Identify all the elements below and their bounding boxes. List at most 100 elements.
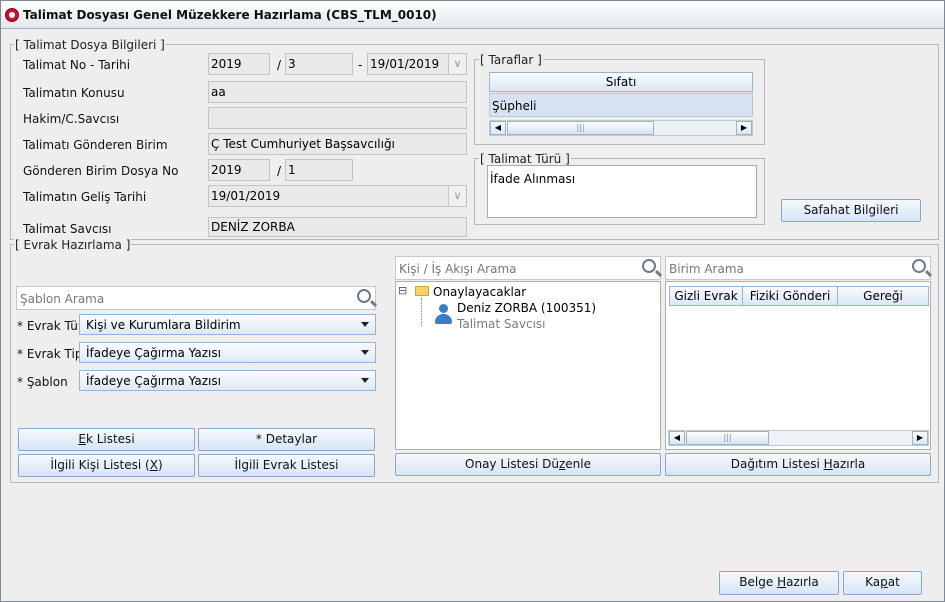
kapat-mnemonic: p [880, 575, 888, 589]
gonderen-dosya-no-field[interactable]: 1 [285, 159, 353, 181]
evrak-turu-select[interactable]: Kişi ve Kurumlara Bildirim [79, 314, 376, 335]
hakim-label: Hakim/C.Savcısı [23, 112, 120, 126]
taraflar-row-sifat: Şüpheli [492, 99, 537, 113]
sablon-label: * Şablon [17, 375, 68, 389]
talimat-year-field[interactable]: 2019 [208, 53, 270, 75]
ek-listesi-post: k Listesi [85, 432, 135, 446]
tree-person-role: Talimat Savcısı [457, 317, 546, 331]
taraflar-column-sifati[interactable]: Sıfatı [489, 72, 753, 92]
scroll-left-icon[interactable]: ◀ [490, 121, 506, 135]
hakim-field[interactable] [208, 107, 467, 129]
chevron-down-icon [361, 378, 369, 383]
search-icon[interactable] [357, 289, 371, 303]
gonderen-dosya-year-field[interactable]: 2019 [208, 159, 270, 181]
evrak-tipi-select[interactable]: İfadeye Çağırma Yazısı [79, 342, 376, 363]
gelis-tarihi-value: 19/01/2019 [211, 189, 281, 203]
dagitim-listesi-button[interactable]: Dağıtım Listesi Hazırla [665, 453, 931, 476]
search-icon[interactable] [912, 259, 926, 273]
sablon-value: İfadeye Çağırma Yazısı [86, 374, 221, 388]
date-dropdown-icon[interactable]: ∨ [448, 54, 466, 74]
search-icon[interactable] [642, 259, 656, 273]
folder-icon [415, 286, 429, 296]
scroll-thumb[interactable]: ||| [507, 121, 654, 135]
col-fiziki-gonderi[interactable]: Fiziki Gönderi [742, 286, 838, 306]
talimat-no-sep: / [277, 58, 282, 72]
birim-table: Gizli Evrak Fiziki Gönderi Gereği ◀ ||| … [665, 281, 931, 450]
tree-root-label[interactable]: Onaylayacaklar [433, 285, 526, 299]
tree-collapse-icon[interactable]: ⊟ [398, 284, 407, 297]
tree-person-name[interactable]: Deniz ZORBA (100351) [457, 301, 596, 315]
ilgili-kisi-post: ) [157, 458, 163, 472]
talimat-date-field[interactable]: 19/01/2019 ∨ [367, 53, 467, 75]
onay-pre: Onay Listesi Dü [465, 457, 559, 471]
belge-post: azırla [786, 575, 819, 589]
evrak-tipi-value: İfadeye Çağırma Yazısı [86, 346, 221, 360]
chevron-down-icon [361, 350, 369, 355]
kisi-search-input[interactable]: Kişi / İş Akışı Arama [395, 256, 661, 280]
gelis-tarihi-field[interactable]: 19/01/2019 ∨ [208, 185, 467, 207]
ilgili-kisi-mnemonic: X [149, 458, 158, 472]
konusu-field[interactable]: aa [208, 81, 467, 103]
talimat-date-value: 19/01/2019 [370, 57, 440, 71]
tree-connector [421, 298, 422, 326]
talimat-dosya-legend: [ Talimat Dosya Bilgileri ] [14, 38, 166, 52]
ilgili-kisi-button[interactable]: İlgili Kişi Listesi (X) [18, 454, 195, 477]
birim-search-input[interactable]: Birim Arama [665, 256, 931, 280]
ek-listesi-button[interactable]: Ek Listesi [18, 428, 195, 451]
ilgili-kisi-pre: İlgili Kişi Listesi ( [50, 458, 150, 472]
birim-hscroll[interactable]: ◀ ||| ▶ [668, 430, 929, 446]
app-logo-icon [5, 8, 19, 22]
dagitim-pre: Dağıtım Listesi [730, 457, 824, 471]
onay-post: enle [565, 457, 591, 471]
gonderen-birim-label: Talimatı Gönderen Birim [23, 138, 168, 152]
gonderen-dosya-sep: / [277, 164, 282, 178]
chevron-down-icon [361, 322, 369, 327]
window: Talimat Dosyası Genel Müzekkere Hazırlam… [0, 0, 945, 602]
sablon-search-placeholder: Şablon Arama [20, 292, 105, 306]
ilgili-evrak-button[interactable]: İlgili Evrak Listesi [198, 454, 375, 477]
gonderen-dosya-label: Gönderen Birim Dosya No [23, 164, 179, 178]
col-gizli-evrak[interactable]: Gizli Evrak [669, 286, 743, 306]
gonderen-birim-field[interactable]: Ç Test Cumhuriyet Başsavcılığı [208, 133, 467, 155]
talimat-date-sep: - [358, 58, 363, 72]
talimat-turu-field[interactable]: İfade Alınması [487, 165, 757, 218]
belge-mnemonic: H [777, 575, 787, 589]
birim-search-placeholder: Birim Arama [669, 262, 744, 276]
kapat-post: at [887, 575, 900, 589]
taraflar-hscroll[interactable]: ◀ ||| ▶ [489, 120, 753, 136]
dagitim-post: azırla [832, 457, 866, 471]
evrak-turu-value: Kişi ve Kurumlara Bildirim [86, 318, 241, 332]
title-bar: Talimat Dosyası Genel Müzekkere Hazırlam… [1, 1, 944, 29]
sablon-search-input[interactable]: Şablon Arama [16, 286, 376, 310]
evrak-tipi-label: * Evrak Tipi [17, 347, 86, 361]
kapat-pre: Ka [865, 575, 881, 589]
safahat-button[interactable]: Safahat Bilgileri [781, 199, 921, 222]
talimat-no-label: Talimat No - Tarihi [23, 58, 131, 72]
belge-pre: Belge [739, 575, 778, 589]
evrak-legend: [ Evrak Hazırlama ] [14, 238, 132, 252]
savcisi-label: Talimat Savcısı [23, 222, 112, 236]
detaylar-button[interactable]: * Detaylar [198, 428, 375, 451]
talimat-no-field[interactable]: 3 [285, 53, 353, 75]
scroll-thumb[interactable]: ||| [686, 431, 769, 445]
dagitim-mnemonic: H [823, 457, 833, 471]
savcisi-field[interactable]: DENİZ ZORBA [208, 217, 467, 237]
user-icon [433, 304, 453, 326]
kapat-button[interactable]: Kapat [843, 571, 922, 595]
gelis-tarihi-dropdown-icon[interactable]: ∨ [448, 186, 466, 206]
talimat-turu-legend: [ Talimat Türü ] [479, 152, 571, 166]
onay-listesi-button[interactable]: Onay Listesi Düzenle [395, 453, 661, 476]
taraflar-legend: [ Taraflar ] [479, 53, 543, 67]
belge-hazirla-button[interactable]: Belge Hazırla [719, 571, 839, 595]
scroll-right-icon[interactable]: ▶ [736, 121, 752, 135]
col-geregi[interactable]: Gereği [837, 286, 929, 306]
gelis-tarihi-label: Talimatın Geliş Tarihi [23, 190, 147, 204]
ek-listesi-mnemonic: E [78, 432, 86, 446]
window-title: Talimat Dosyası Genel Müzekkere Hazırlam… [23, 8, 437, 22]
kisi-tree-panel: ⊟ Onaylayacaklar Deniz ZORBA (100351) Ta… [395, 281, 661, 450]
scroll-left-icon[interactable]: ◀ [669, 431, 685, 445]
talimat-turu-value: İfade Alınması [490, 172, 576, 186]
taraflar-row[interactable]: Şüpheli [489, 93, 753, 117]
sablon-select[interactable]: İfadeye Çağırma Yazısı [79, 370, 376, 391]
scroll-right-icon[interactable]: ▶ [912, 431, 928, 445]
